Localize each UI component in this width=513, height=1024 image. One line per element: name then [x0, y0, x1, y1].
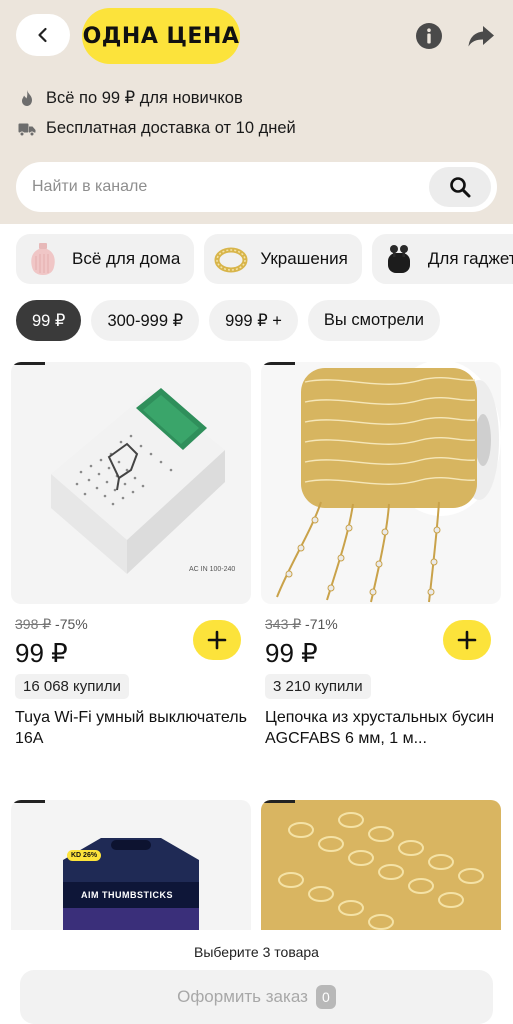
filter-chip-999-plus[interactable]: 999 ₽ + — [209, 300, 298, 341]
image-progress-bar — [11, 362, 45, 365]
bought-count: 16 068 купили — [15, 674, 129, 699]
product-title[interactable]: Tuya Wi-Fi умный выключатель 16А — [15, 707, 247, 749]
old-price: 343 ₽ — [265, 616, 302, 632]
image-caption: AC IN 100-240 — [189, 566, 236, 573]
share-button[interactable] — [467, 22, 495, 50]
search-button[interactable] — [429, 167, 491, 207]
packaging-label: AIM THUMBSTICKS — [81, 890, 173, 900]
product-card[interactable]: 343 ₽ -71% 99 ₽ 3 210 купили Цепочка из … — [261, 362, 501, 747]
perk-newcomers: Всё по 99 ₽ для новичков — [18, 88, 243, 108]
category-jewelry[interactable]: Украшения — [204, 234, 362, 284]
category-gadgets[interactable]: Для гаджет — [371, 234, 513, 284]
truck-icon — [18, 120, 36, 138]
product-card[interactable]: KD 26% AIM THUMBSTICKS — [11, 800, 251, 940]
search-bar — [16, 162, 497, 212]
product-image-smart-switch[interactable]: AC IN 100-240 — [11, 362, 251, 604]
product-card[interactable]: AC IN 100-240 398 ₽ -75% 99 ₽ 16 068 куп… — [11, 362, 251, 747]
image-progress-bar — [261, 800, 295, 803]
brand-logo: ОДНА ЦЕНА — [82, 8, 240, 64]
category-label: Всё для дома — [72, 249, 181, 268]
info-button[interactable] — [415, 22, 443, 50]
product-image-gold-chain[interactable] — [261, 800, 501, 940]
checkout-label: Оформить заказ — [177, 987, 308, 1006]
cart-count-badge: 0 — [315, 985, 336, 1009]
vase-icon — [26, 242, 60, 276]
add-to-cart-button[interactable] — [443, 620, 491, 660]
fire-icon — [18, 89, 36, 107]
category-row: Всё для дома Украшения Для гаджет — [16, 234, 513, 284]
chevron-left-icon — [38, 27, 47, 43]
search-input[interactable] — [32, 178, 412, 196]
category-home[interactable]: Всё для дома — [16, 234, 195, 284]
old-price: 398 ₽ — [15, 616, 52, 632]
info-icon — [416, 23, 442, 49]
product-image-crystal-chain[interactable] — [261, 362, 501, 604]
bought-count: 3 210 купили — [265, 674, 371, 699]
plus-icon — [457, 630, 477, 650]
filter-chip-99[interactable]: 99 ₽ — [16, 300, 82, 341]
discount: -75% — [55, 616, 88, 632]
filter-chip-viewed[interactable]: Вы смотрели — [307, 300, 440, 341]
product-image-thumbsticks[interactable]: KD 26% AIM THUMBSTICKS — [11, 800, 251, 940]
image-progress-bar — [11, 800, 45, 803]
category-label: Украшения — [260, 249, 348, 268]
image-progress-bar — [261, 362, 295, 365]
packaging-badge: KD 26% — [67, 850, 102, 861]
perk-text: Всё по 99 ₽ для новичков — [46, 89, 243, 107]
plus-icon — [207, 630, 227, 650]
channel-header: ОДНА ЦЕНА Всё по 99 ₽ для новичков Беспл… — [0, 0, 513, 224]
selection-hint: Выберите 3 товара — [194, 944, 319, 960]
earbuds-icon — [382, 242, 416, 276]
perk-text: Бесплатная доставка от 10 дней — [46, 119, 296, 137]
price-filter-row: 99 ₽ 300-999 ₽ 999 ₽ + Вы смотрели — [16, 300, 440, 341]
product-card[interactable] — [261, 800, 501, 940]
ring-icon — [214, 242, 248, 276]
price: 99 ₽ — [15, 638, 68, 668]
checkout-button[interactable]: Оформить заказ 0 — [20, 970, 493, 1024]
discount: -71% — [305, 616, 338, 632]
category-label: Для гаджет — [427, 249, 513, 268]
back-button[interactable] — [16, 14, 70, 56]
perk-delivery: Бесплатная доставка от 10 дней — [18, 119, 296, 138]
checkout-bar: Выберите 3 товара Оформить заказ 0 — [0, 930, 513, 1024]
old-price-row: 398 ₽ -75% — [15, 616, 88, 633]
price: 99 ₽ — [265, 638, 318, 668]
filter-chip-300-999[interactable]: 300-999 ₽ — [91, 300, 200, 341]
add-to-cart-button[interactable] — [193, 620, 241, 660]
product-title[interactable]: Цепочка из хрустальных бусин AGCFABS 6 м… — [265, 707, 497, 749]
old-price-row: 343 ₽ -71% — [265, 616, 338, 633]
share-arrow-icon — [468, 26, 494, 47]
search-icon — [450, 177, 471, 198]
